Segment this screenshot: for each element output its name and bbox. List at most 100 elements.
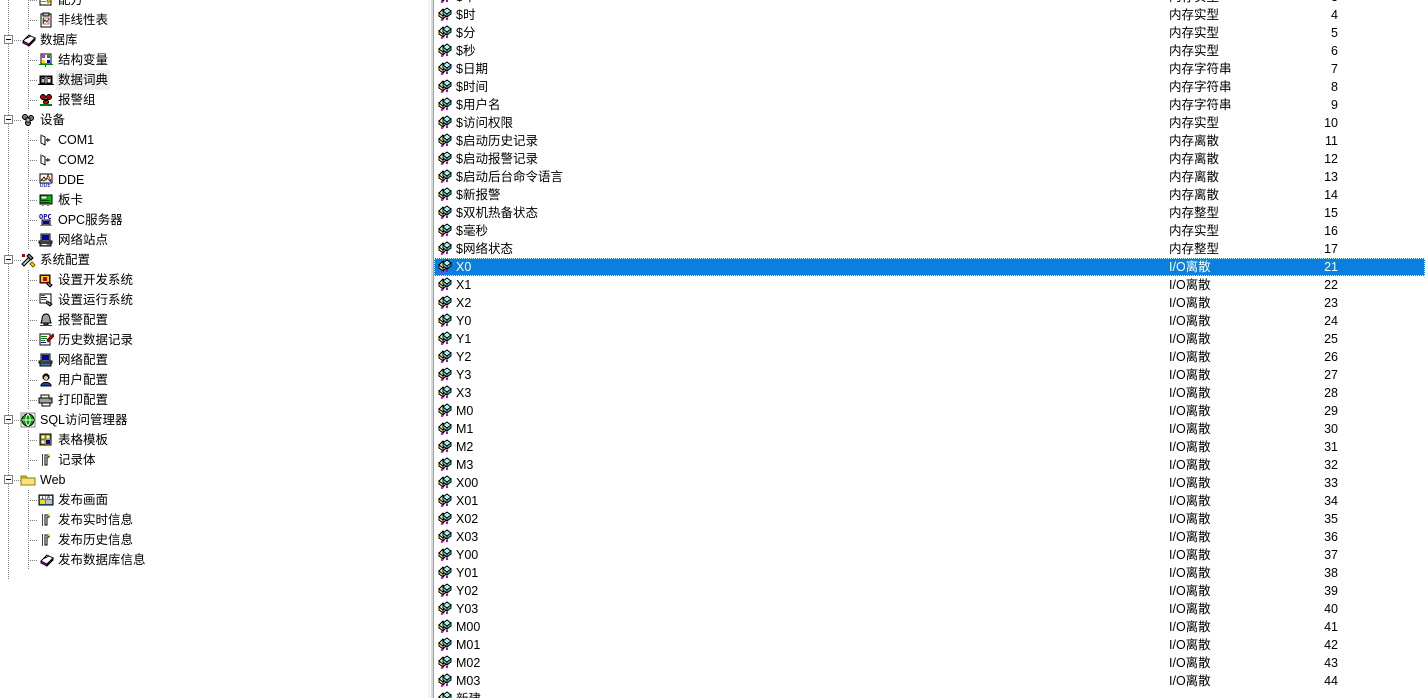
variable-row[interactable]: $网络状态 内存整型 17 <box>434 240 1425 258</box>
variable-type-cell: I/O离散 <box>1169 440 1211 454</box>
tree-item-8[interactable]: COM2 <box>0 150 427 170</box>
tree-item-9[interactable]: DDE DDE <box>0 170 427 190</box>
variable-row[interactable]: $秒 内存实型 6 <box>434 42 1425 60</box>
variable-row[interactable]: $毫秒 内存实型 16 <box>434 222 1425 240</box>
variable-row[interactable]: X01 I/O离散 34 <box>434 492 1425 510</box>
variable-row[interactable]: Y02 I/O离散 39 <box>434 582 1425 600</box>
variable-row[interactable]: M2 I/O离散 31 <box>434 438 1425 456</box>
tree-item-13[interactable]: 系统配置 <box>0 250 427 270</box>
tree-item-21[interactable]: SQL访问管理器 <box>0 410 427 430</box>
variable-row[interactable]: X00 I/O离散 33 <box>434 474 1425 492</box>
variable-row[interactable]: $新报警 内存离散 14 <box>434 186 1425 204</box>
tree-item-11[interactable]: OPC OPC服务器 <box>0 210 427 230</box>
variable-cube-icon <box>437 673 453 689</box>
tree-item-28[interactable]: 发布数据库信息 <box>0 550 427 570</box>
variable-row[interactable]: Y1 I/O离散 25 <box>434 330 1425 348</box>
opc-server-icon: OPC <box>38 212 54 228</box>
tree-expander-collapse-icon[interactable] <box>4 115 13 124</box>
variable-row[interactable]: $时 内存实型 4 <box>434 6 1425 24</box>
variable-row[interactable]: Y3 I/O离散 27 <box>434 366 1425 384</box>
bell-icon <box>38 312 54 328</box>
variable-row[interactable]: $访问权限 内存实型 10 <box>434 114 1425 132</box>
variable-row[interactable]: X1 I/O离散 22 <box>434 276 1425 294</box>
tree-connector-horizontal <box>28 280 38 281</box>
variable-name-cell: X0 <box>456 260 472 274</box>
project-tree-pane[interactable]: 配方 非线性表 数据库 结构变量 数据词典 报警组 设备 COM1 COM2 DDE DDE 板卡 OP… <box>0 0 427 698</box>
tree-item-18[interactable]: 网络配置 <box>0 350 427 370</box>
variable-row[interactable]: $启动历史记录 内存离散 11 <box>434 132 1425 150</box>
variable-row[interactable]: $用户名 内存字符串 9 <box>434 96 1425 114</box>
variable-row[interactable]: M03 I/O离散 44 <box>434 672 1425 690</box>
tree-item-26[interactable]: 发布实时信息 <box>0 510 427 530</box>
variable-row[interactable]: M0 I/O离散 29 <box>434 402 1425 420</box>
tree-item-7[interactable]: COM1 <box>0 130 427 150</box>
tree-expander-collapse-icon[interactable] <box>4 255 13 264</box>
variable-row[interactable]: Y2 I/O离散 26 <box>434 348 1425 366</box>
tree-item-27[interactable]: 发布历史信息 <box>0 530 427 550</box>
variable-row[interactable]: Y0 I/O离散 24 <box>434 312 1425 330</box>
variable-id-cell: 32 <box>1324 458 1338 472</box>
tree-connector-horizontal <box>28 440 38 441</box>
variable-type-cell: 内存实型 <box>1169 224 1220 238</box>
variable-type-cell: I/O离散 <box>1169 602 1211 616</box>
variable-id-cell: 34 <box>1324 494 1338 508</box>
variable-name-cell: X2 <box>456 296 472 310</box>
variable-row[interactable]: $日期 内存字符串 7 <box>434 60 1425 78</box>
variable-row[interactable]: M01 I/O离散 42 <box>434 636 1425 654</box>
tree-expander-collapse-icon[interactable] <box>4 415 13 424</box>
variable-row[interactable]: M3 I/O离散 32 <box>434 456 1425 474</box>
tree-item-label: COM1 <box>58 133 95 147</box>
variable-name-cell: 新建 <box>456 690 481 698</box>
tree-item-15[interactable]: 设置运行系统 <box>0 290 427 310</box>
variable-id-cell: 40 <box>1324 602 1338 616</box>
variable-name-cell: M02 <box>456 656 481 670</box>
variable-row[interactable]: Y00 I/O离散 37 <box>434 546 1425 564</box>
tree-item-5[interactable]: 报警组 <box>0 90 427 110</box>
tree-item-10[interactable]: 板卡 <box>0 190 427 210</box>
tree-item-25[interactable]: ITA 发布画面 <box>0 490 427 510</box>
variable-row[interactable]: X02 I/O离散 35 <box>434 510 1425 528</box>
variable-row[interactable]: $启动报警记录 内存离散 12 <box>434 150 1425 168</box>
tree-item-1[interactable]: 非线性表 <box>0 10 427 30</box>
tree-item-20[interactable]: 打印配置 <box>0 390 427 410</box>
tree-item-19[interactable]: 用户配置 <box>0 370 427 390</box>
variable-row[interactable]: X2 I/O离散 23 <box>434 294 1425 312</box>
variable-row[interactable]: $双机热备状态 内存整型 15 <box>434 204 1425 222</box>
variable-row[interactable]: X3 I/O离散 28 <box>434 384 1425 402</box>
tree-item-6[interactable]: 设备 <box>0 110 427 130</box>
tree-item-16[interactable]: 报警配置 <box>0 310 427 330</box>
tree-item-12[interactable]: 网络站点 <box>0 230 427 250</box>
tree-item-label: 发布数据库信息 <box>58 553 146 567</box>
variable-row[interactable]: M02 I/O离散 43 <box>434 654 1425 672</box>
tree-item-23[interactable]: 记录体 <box>0 450 427 470</box>
variable-row-selected[interactable]: X0 I/O离散 21 <box>434 258 1425 276</box>
tree-item-0[interactable]: 配方 <box>0 0 427 10</box>
tree-expander-collapse-icon[interactable] <box>4 35 13 44</box>
variable-row[interactable]: Y03 I/O离散 40 <box>434 600 1425 618</box>
tree-expander-collapse-icon[interactable] <box>4 475 13 484</box>
variable-row[interactable]: $分 内存实型 5 <box>434 24 1425 42</box>
tree-item-2[interactable]: 数据库 <box>0 30 427 50</box>
variable-row[interactable]: $启动后台命令语言 内存离散 13 <box>434 168 1425 186</box>
pane-splitter[interactable] <box>427 0 434 698</box>
variable-row[interactable]: M00 I/O离散 41 <box>434 618 1425 636</box>
variable-cube-icon <box>437 601 453 617</box>
variable-id-cell: 23 <box>1324 296 1338 310</box>
record-body-icon <box>38 452 54 468</box>
variable-type-cell: I/O离散 <box>1169 278 1211 292</box>
tree-item-22[interactable]: 表格模板 <box>0 430 427 450</box>
variable-row[interactable]: X03 I/O离散 36 <box>434 528 1425 546</box>
tree-item-3[interactable]: 结构变量 <box>0 50 427 70</box>
variable-row[interactable]: M1 I/O离散 30 <box>434 420 1425 438</box>
variable-name-cell: $访问权限 <box>456 116 513 130</box>
variable-row[interactable]: Y01 I/O离散 38 <box>434 564 1425 582</box>
tree-item-4[interactable]: 数据词典 <box>0 70 427 90</box>
variable-row[interactable]: $时间 内存字符串 8 <box>434 78 1425 96</box>
tree-item-label: 配方 <box>58 0 84 7</box>
variable-list-pane[interactable]: $年内存实型3$时内存实型4$分内存实型5$秒内存实型6$日期内存字符串7$时间… <box>434 0 1425 698</box>
variable-row[interactable]: 新建 <box>434 690 1425 698</box>
variable-name-cell: $时间 <box>456 80 488 94</box>
tree-item-14[interactable]: 设置开发系统 <box>0 270 427 290</box>
tree-item-17[interactable]: 历史数据记录 <box>0 330 427 350</box>
tree-item-24[interactable]: Web <box>0 470 427 490</box>
